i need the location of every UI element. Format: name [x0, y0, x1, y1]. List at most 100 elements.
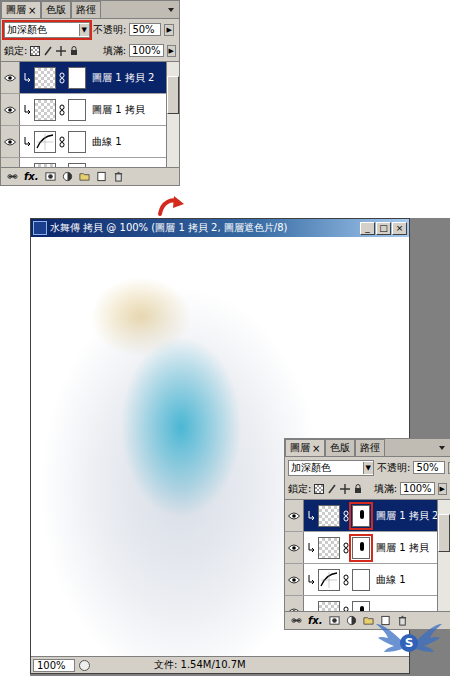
- logo-mark: S: [400, 634, 418, 652]
- layer-row[interactable]: 曲線 1: [285, 564, 437, 596]
- layer-thumbnail: [318, 601, 340, 612]
- blend-mode-dropdown[interactable]: 加深顏色▼: [288, 460, 374, 476]
- adjustment-layer-icon[interactable]: [62, 171, 73, 182]
- link-layers-icon[interactable]: [7, 171, 18, 182]
- scrollbar[interactable]: [437, 500, 450, 611]
- curves-thumbnail-icon: [318, 569, 340, 591]
- fill-field[interactable]: 100%: [129, 44, 164, 57]
- layer-mask-thumbnail[interactable]: [352, 601, 370, 612]
- eye-icon[interactable]: [4, 138, 16, 146]
- layer-row[interactable]: 圖層 1 拷貝 2: [285, 500, 437, 532]
- panel-menu-icon[interactable]: [166, 5, 176, 15]
- close-tab-button[interactable]: ×: [312, 443, 320, 454]
- lock-move-icon[interactable]: [56, 46, 66, 56]
- layer-row[interactable]: 圖層 1 拷貝 2: [1, 62, 166, 94]
- adjustment-layer-icon[interactable]: [346, 615, 357, 626]
- layer-style-button[interactable]: fx.: [24, 171, 39, 182]
- layer-mask-thumbnail[interactable]: [68, 163, 86, 168]
- panel-tab[interactable]: 色版: [41, 1, 71, 18]
- panel-tab[interactable]: 圖層×: [285, 439, 325, 456]
- add-mask-icon[interactable]: [329, 615, 340, 626]
- opacity-field[interactable]: 50%: [129, 23, 161, 36]
- panel-tabs: 圖層×色版路徑: [1, 1, 179, 19]
- link-layers-icon[interactable]: [291, 615, 302, 626]
- opacity-step-button[interactable]: ▶: [448, 462, 450, 474]
- fill-step-button[interactable]: ▶: [438, 483, 447, 495]
- lock-brush-icon[interactable]: [43, 46, 53, 56]
- layer-mask-thumbnail[interactable]: [68, 99, 86, 121]
- layer-name: 圖層 1 拷貝 2: [89, 71, 166, 85]
- lock-all-icon[interactable]: [69, 46, 79, 56]
- chain-icon[interactable]: [59, 104, 65, 116]
- lock-move-icon[interactable]: [340, 484, 350, 494]
- layer-name: 圖層 1 拷貝: [89, 103, 166, 117]
- fill-field[interactable]: 100%: [400, 482, 435, 495]
- panel-tab[interactable]: 圖層×: [1, 1, 41, 18]
- lock-label: 鎖定:: [4, 44, 27, 58]
- photoshop-icon: [33, 221, 47, 235]
- layer-mask-thumbnail[interactable]: [68, 67, 86, 89]
- scrollbar[interactable]: [166, 62, 179, 167]
- trash-icon[interactable]: [113, 171, 124, 182]
- fill-label: 填滿:: [374, 482, 397, 496]
- clip-arrow-icon: [23, 73, 31, 83]
- layer-row[interactable]: 曲線 1: [1, 126, 166, 158]
- layer-mask-thumbnail[interactable]: [352, 537, 370, 559]
- lock-row: 鎖定:填滿:100%▶: [1, 40, 179, 61]
- mask-mark: [360, 542, 364, 551]
- chain-icon[interactable]: [343, 510, 349, 522]
- layer-thumbnail: [318, 537, 340, 559]
- clip-arrow-icon: [23, 105, 31, 115]
- lock-all-icon[interactable]: [353, 484, 363, 494]
- layer-row[interactable]: 圖層 1 拷貝: [1, 94, 166, 126]
- layers-panel: 圖層×色版路徑加深顏色▼不透明:50%▶鎖定:填滿:100%▶圖層 1 拷貝 2…: [284, 438, 450, 630]
- layer-row[interactable]: [1, 158, 166, 167]
- eye-icon[interactable]: [4, 106, 16, 114]
- window-control-button[interactable]: ×: [392, 222, 407, 235]
- chain-icon[interactable]: [343, 542, 349, 554]
- layer-name: 圖層 1 拷貝 2: [373, 509, 437, 523]
- panel-toolbar: fx.: [1, 167, 179, 185]
- layer-mask-thumbnail[interactable]: [68, 131, 86, 153]
- layer-mask-thumbnail[interactable]: [352, 569, 370, 591]
- eye-icon[interactable]: [288, 576, 300, 584]
- layer-row[interactable]: [285, 596, 437, 611]
- panel-menu-icon[interactable]: [437, 443, 447, 453]
- lock-brush-icon[interactable]: [327, 484, 337, 494]
- eye-icon[interactable]: [4, 74, 16, 82]
- new-layer-icon[interactable]: [380, 615, 391, 626]
- panel-tab[interactable]: 色版: [325, 439, 355, 456]
- layer-thumbnail: [318, 505, 340, 527]
- new-group-icon[interactable]: [363, 615, 374, 626]
- blend-mode-dropdown[interactable]: 加深顏色▼: [4, 22, 90, 38]
- layer-style-button[interactable]: fx.: [308, 615, 323, 626]
- panel-tab[interactable]: 路徑: [71, 1, 101, 18]
- new-group-icon[interactable]: [79, 171, 90, 182]
- red-arrow-icon: [156, 194, 186, 218]
- eye-icon[interactable]: [288, 512, 300, 520]
- eye-icon[interactable]: [288, 544, 300, 552]
- zoom-field[interactable]: 100%: [33, 659, 75, 672]
- site-watermark: S: [374, 618, 444, 668]
- status-icon[interactable]: [79, 660, 90, 671]
- window-control-button[interactable]: □: [376, 222, 391, 235]
- window-control-button[interactable]: _: [360, 222, 375, 235]
- opacity-step-button[interactable]: ▶: [164, 24, 173, 36]
- add-mask-icon[interactable]: [45, 171, 56, 182]
- chain-icon[interactable]: [59, 72, 65, 84]
- clip-arrow-icon: [307, 575, 315, 585]
- layer-mask-thumbnail[interactable]: [352, 505, 370, 527]
- chain-icon[interactable]: [343, 574, 349, 586]
- panel-tab[interactable]: 路徑: [355, 439, 385, 456]
- document-info: 文件: 1.54M/10.7M: [94, 658, 246, 672]
- new-layer-icon[interactable]: [96, 171, 107, 182]
- fill-step-button[interactable]: ▶: [167, 45, 176, 57]
- lock-transparency-icon[interactable]: [30, 46, 40, 56]
- layer-thumbnail: [34, 67, 56, 89]
- trash-icon[interactable]: [397, 615, 408, 626]
- chain-icon[interactable]: [59, 136, 65, 148]
- lock-transparency-icon[interactable]: [314, 484, 324, 494]
- layer-row[interactable]: 圖層 1 拷貝: [285, 532, 437, 564]
- close-tab-button[interactable]: ×: [28, 5, 36, 16]
- opacity-field[interactable]: 50%: [413, 461, 445, 474]
